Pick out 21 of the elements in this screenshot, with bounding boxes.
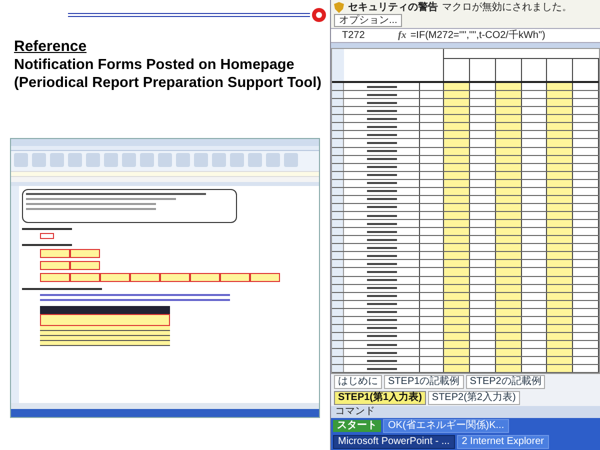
slide-heading: Reference bbox=[14, 38, 87, 56]
taskbar-item[interactable]: OK(省エネルギー関係)K... bbox=[383, 419, 510, 433]
shield-icon bbox=[334, 2, 344, 13]
sheet-tab[interactable]: STEP1(第1入力表) bbox=[334, 391, 426, 405]
taskbar-item[interactable]: 2 Internet Explorer bbox=[456, 435, 549, 449]
taskbar-item[interactable]: Microsoft PowerPoint - ... bbox=[333, 435, 455, 449]
sheet-tab[interactable]: STEP2(第2入力表) bbox=[428, 391, 520, 405]
name-box[interactable]: T272 bbox=[334, 30, 394, 42]
logo-icon bbox=[312, 8, 326, 22]
sheet-tab[interactable]: STEP2の記載例 bbox=[466, 375, 546, 389]
formula-field[interactable]: =IF(M272="","",t-CO2/千kWh") bbox=[410, 30, 546, 42]
security-warning-title: セキュリティの警告 bbox=[348, 1, 438, 14]
slide-title: Notification Forms Posted on Homepage bbox=[14, 56, 294, 74]
function-label: fx bbox=[398, 30, 406, 42]
options-button[interactable]: オプション... bbox=[334, 14, 402, 27]
security-warning-message: マクロが無効にされました。 bbox=[442, 1, 572, 14]
sheet-tab[interactable]: はじめに bbox=[334, 375, 382, 389]
start-button[interactable]: スタート bbox=[333, 420, 381, 432]
slide-title: (Periodical Report Preparation Support Tool) bbox=[14, 74, 322, 92]
status-bar: コマンド bbox=[331, 406, 600, 418]
sheet-tab[interactable]: STEP1の記載例 bbox=[384, 375, 464, 389]
